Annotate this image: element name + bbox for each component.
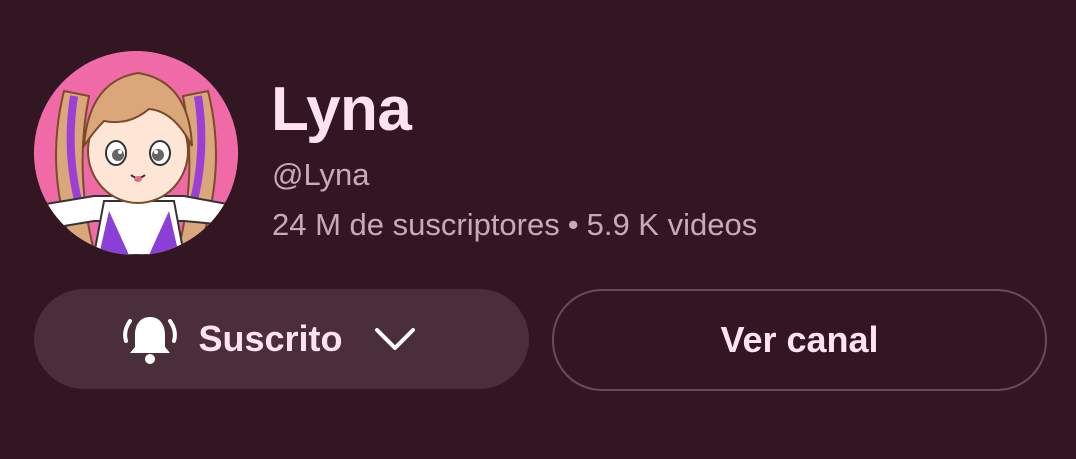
video-count: 5.9 K videos: [586, 207, 758, 242]
stats-separator: •: [567, 207, 579, 242]
bell-ringing-icon: [123, 317, 178, 364]
channel-handle: @Lyna: [272, 157, 370, 192]
channel-name: Lyna: [271, 75, 412, 144]
subscribed-button[interactable]: Suscrito: [34, 289, 529, 389]
avatar-illustration: [34, 51, 238, 255]
chevron-down-icon: [374, 328, 415, 350]
view-channel-button[interactable]: Ver canal: [552, 289, 1047, 391]
channel-card: Lyna @Lyna 24 M de suscriptores • 5.9 K vi…: [0, 0, 1076, 459]
channel-stats: 24 M de suscriptores • 5.9 K videos: [272, 206, 757, 244]
subscribed-label: Suscrito: [198, 318, 343, 359]
view-channel-label: Ver canal: [720, 319, 879, 360]
channel-avatar[interactable]: [34, 51, 238, 255]
subscriber-count: 24 M de suscriptores: [272, 207, 560, 242]
